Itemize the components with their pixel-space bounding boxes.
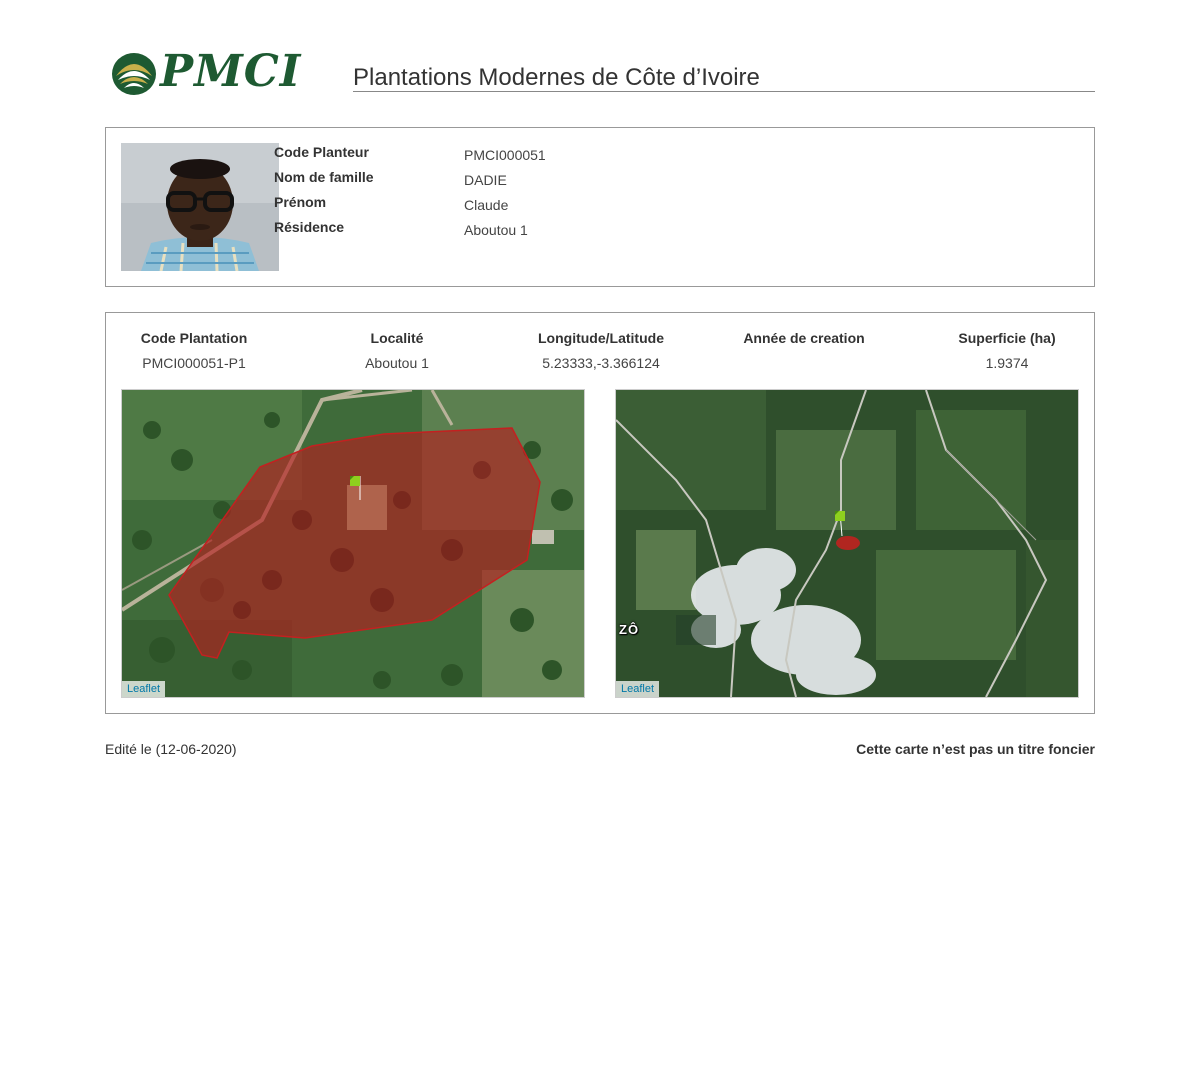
pmci-logo: PMCI xyxy=(110,46,300,100)
col-annee-creation: Année de creation xyxy=(704,329,904,354)
leaflet-attribution-link[interactable]: Leaflet xyxy=(122,681,166,697)
map-place-label: ZÔ xyxy=(619,622,640,637)
column-header: Année de creation xyxy=(743,330,865,346)
col-superficie: Superficie (ha) 1.9374 xyxy=(907,329,1107,372)
column-header: Code Plantation xyxy=(140,330,248,346)
parcel-map-overview[interactable]: ZÔ Leaflet xyxy=(615,389,1079,698)
leaflet-attribution-link[interactable]: Leaflet xyxy=(616,681,660,697)
page-title: Plantations Modernes de Côte d’Ivoire xyxy=(353,64,1095,92)
column-value: Aboutou 1 xyxy=(365,355,429,371)
field-prenom: Prénom Claude xyxy=(274,194,774,219)
field-value: Claude xyxy=(464,197,509,213)
logo-emblem-icon xyxy=(112,53,156,95)
planter-fields: Code Planteur PMCI000051 Nom de famille … xyxy=(274,144,774,244)
column-header: Longitude/Latitude xyxy=(538,330,664,346)
field-value: PMCI000051 xyxy=(464,147,546,163)
field-value: DADIE xyxy=(464,172,507,188)
field-label: Prénom xyxy=(274,194,327,210)
land-title-disclaimer: Cette carte n’est pas un titre foncier xyxy=(856,741,1095,757)
field-residence: Résidence Aboutou 1 xyxy=(274,219,774,244)
planter-photo xyxy=(121,143,279,271)
column-value: PMCI000051-P1 xyxy=(142,355,246,371)
col-longitude-latitude: Longitude/Latitude 5.23333,-3.366124 xyxy=(501,329,701,372)
column-header: Superficie (ha) xyxy=(958,330,1056,346)
parcel-map-zoomed[interactable]: Leaflet xyxy=(121,389,585,698)
column-value: 5.23333,-3.366124 xyxy=(542,355,660,371)
field-label: Code Planteur xyxy=(274,144,369,160)
col-code-plantation: Code Plantation PMCI000051-P1 xyxy=(94,329,294,372)
col-localite: Localité Aboutou 1 xyxy=(297,329,497,372)
plantation-card: Code Plantation PMCI000051-P1 Localité A… xyxy=(105,312,1095,714)
logo-text: PMCI xyxy=(160,46,302,97)
field-label: Résidence xyxy=(274,219,345,235)
field-code-planteur: Code Planteur PMCI000051 xyxy=(274,144,774,169)
edited-date: Edité le (12-06-2020) xyxy=(105,741,237,757)
column-value: 1.9374 xyxy=(985,355,1029,371)
planter-info-card: Code Planteur PMCI000051 Nom de famille … xyxy=(105,127,1095,287)
parcel-polygon xyxy=(836,536,860,550)
column-header: Localité xyxy=(370,330,424,346)
field-nom-de-famille: Nom de famille DADIE xyxy=(274,169,774,194)
field-value: Aboutou 1 xyxy=(464,222,528,238)
field-label: Nom de famille xyxy=(274,169,374,185)
